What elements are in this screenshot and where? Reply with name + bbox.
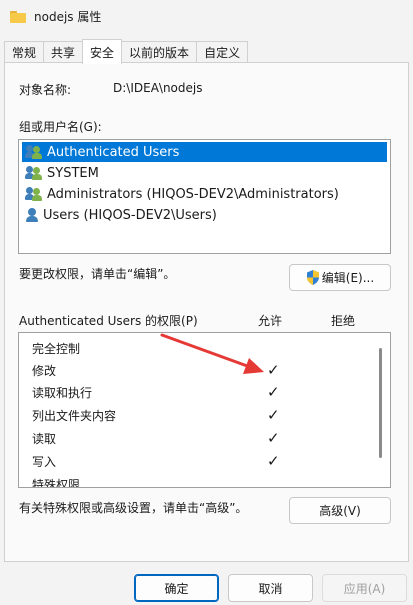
permission-row-read: 读取 ✓ <box>19 427 374 449</box>
allow-check-icon: ✓ <box>267 383 280 401</box>
user-item-administrators[interactable]: Administrators (HIQOS-DEV2\Administrator… <box>22 184 345 204</box>
allow-check-icon: ✓ <box>267 406 280 424</box>
permission-name: 读取 <box>32 431 57 446</box>
permission-name: 读取和执行 <box>32 385 93 400</box>
user-item-system[interactable]: SYSTEM <box>22 163 105 183</box>
tab-sharing[interactable]: 共享 <box>43 41 84 63</box>
ok-button[interactable]: 确定 <box>134 574 219 602</box>
permission-row-list-folder: 列出文件夹内容 ✓ <box>19 404 374 426</box>
users-group-icon <box>25 145 43 159</box>
permission-row-read-execute: 读取和执行 ✓ <box>19 381 374 403</box>
apply-button-label: 应用(A) <box>343 581 386 596</box>
cancel-button-label: 取消 <box>258 581 283 596</box>
permission-name: 特殊权限 <box>32 477 81 488</box>
uac-shield-icon <box>306 270 319 285</box>
users-group-icon <box>25 166 43 180</box>
allow-header: 允许 <box>258 314 283 328</box>
allow-check-icon: ✓ <box>267 361 280 379</box>
user-item-authenticated-users[interactable]: Authenticated Users <box>22 142 387 162</box>
edit-hint: 要更改权限，请单击“编辑”。 <box>19 267 176 281</box>
permissions-label: Authenticated Users 的权限(P) <box>19 314 198 328</box>
edit-button[interactable]: 编辑(E)... <box>289 264 391 291</box>
object-name-value: D:\IDEA\nodejs <box>113 81 203 95</box>
apply-button[interactable]: 应用(A) <box>322 574 407 602</box>
user-item-users[interactable]: Users (HIQOS-DEV2\Users) <box>22 205 223 225</box>
user-item-label: SYSTEM <box>47 165 99 181</box>
tab-general[interactable]: 常规 <box>4 41 45 63</box>
users-listbox[interactable]: Authenticated Users SYSTEM Administrator… <box>18 139 391 254</box>
advanced-button[interactable]: 高级(V) <box>289 497 391 524</box>
edit-button-label: 编辑(E)... <box>321 271 375 285</box>
user-item-label: Administrators (HIQOS-DEV2\Administrator… <box>47 186 339 202</box>
advanced-hint: 有关特殊权限或高级设置，请单击“高级”。 <box>19 501 248 515</box>
cancel-button[interactable]: 取消 <box>228 574 313 602</box>
permission-name: 列出文件夹内容 <box>32 408 117 423</box>
window-title: nodejs 属性 <box>34 9 102 24</box>
advanced-button-label: 高级(V) <box>319 504 361 518</box>
title-bar: nodejs 属性 <box>0 0 413 32</box>
users-group-icon <box>25 187 43 201</box>
folder-icon <box>10 10 26 23</box>
permissions-scrollbar[interactable] <box>379 348 382 458</box>
permission-row-full-control: 完全控制 <box>19 337 374 359</box>
tab-previous-versions[interactable]: 以前的版本 <box>121 41 198 63</box>
allow-check-icon: ✓ <box>267 452 280 470</box>
groups-label: 组或用户名(G): <box>19 120 102 134</box>
permission-row-write: 写入 ✓ <box>19 450 374 472</box>
user-item-label: Authenticated Users <box>47 144 180 160</box>
tab-strip: 常规 共享 安全 以前的版本 自定义 <box>4 39 249 64</box>
permissions-list[interactable]: 完全控制 修改 ✓ 读取和执行 ✓ 列出文件夹内容 ✓ 读取 ✓ 写入 ✓ 特殊… <box>18 332 391 488</box>
permission-row-modify: 修改 ✓ <box>19 359 374 381</box>
user-item-label: Users (HIQOS-DEV2\Users) <box>43 207 217 223</box>
deny-header: 拒绝 <box>331 314 356 328</box>
permission-name: 修改 <box>32 363 57 378</box>
user-icon <box>25 208 39 222</box>
permission-name: 完全控制 <box>32 341 81 356</box>
permission-row-special: 特殊权限 <box>19 473 374 488</box>
tab-security[interactable]: 安全 <box>82 39 123 64</box>
permission-name: 写入 <box>32 454 57 469</box>
allow-check-icon: ✓ <box>267 429 280 447</box>
tab-customize[interactable]: 自定义 <box>196 41 249 63</box>
ok-button-label: 确定 <box>164 581 189 596</box>
object-name-label: 对象名称: <box>19 83 72 97</box>
